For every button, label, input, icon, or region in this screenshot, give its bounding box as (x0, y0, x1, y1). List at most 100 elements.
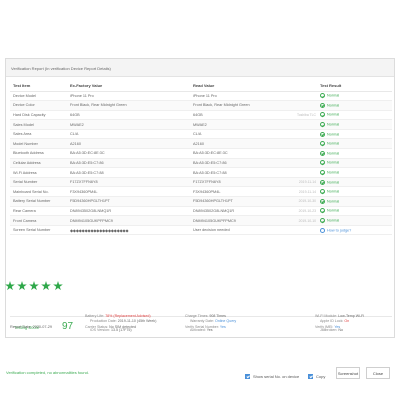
test-result-cell: Normal (320, 119, 392, 130)
read-value-cell: Front Black, Rear Midnight Green (193, 100, 320, 111)
test-item-cell: Sales Area (10, 129, 70, 140)
verify-imei: Verify IMEI: Yes (315, 325, 341, 329)
factory-value-cell: Front Black, Rear Midnight Green (70, 100, 193, 111)
read-value-text: A2160 (193, 141, 204, 146)
warranty-link[interactable]: Online Query (215, 319, 236, 323)
test-result-cell: Normal (320, 158, 392, 169)
warranty-date: Warranty Date: Online Query (190, 319, 237, 323)
test-item-cell: Front Camera (10, 215, 70, 226)
check-circle-icon (320, 160, 325, 166)
test-result-text: Normal (327, 208, 340, 213)
factory-value-cell: ◆◆◆◆◆◆◆◆◆◆◆◆◆◆◆◆◆◆◆◆ (70, 225, 193, 236)
test-result-cell: Normal (320, 110, 392, 121)
test-result-cell: Normal (320, 206, 392, 217)
check-circle-icon (320, 122, 325, 128)
test-result-cell: Normal (320, 138, 392, 150)
table-header-row: Test Item Ex-Factory Value Read Value Te… (10, 81, 392, 92)
check-circle-icon (320, 112, 325, 118)
show-serial-checkbox[interactable]: Show serial No. on device (245, 370, 299, 382)
table-row: Rear Camera DN8943502G8LNMQ1R DN8943502G8L… (10, 206, 392, 217)
factory-value-cell: F3X94360PM4L (70, 186, 193, 198)
check-circle-icon (320, 208, 325, 214)
star-icon (41, 281, 51, 291)
read-value-date: 2019-11-14 (298, 180, 316, 185)
test-result-text: Normal (327, 218, 340, 223)
charge-times: Charge Times: 908 Times (185, 314, 226, 318)
test-result-text: Normal (327, 132, 340, 137)
test-result-text: Normal (327, 122, 340, 127)
test-result-text: Normal (327, 93, 340, 98)
verification-status-text: Verification completed, no abnormalities… (6, 370, 89, 375)
read-value-cell: MWAE2 (193, 119, 320, 130)
test-item-cell: Serial Number (10, 177, 70, 188)
read-value-text: BA:A5:3D:E5:C7:88 (193, 170, 227, 175)
test-result-text: Normal (327, 180, 340, 185)
header-factory-value: Ex-Factory Value (70, 81, 193, 92)
read-value-cell: BA:A5:3D:EC:8E:3C (193, 148, 320, 159)
table-row: Model Number A2160 A2160 Normal (10, 138, 392, 150)
test-item-cell: Model Number (10, 138, 70, 150)
test-item-cell: Device Color (10, 100, 70, 111)
test-result-cell: Normal (320, 215, 392, 226)
star-icon (53, 281, 63, 291)
carrier-status: Carrier Status: No SIM detected (85, 325, 136, 329)
test-result-cell: Normal (320, 167, 392, 178)
copy-checkbox[interactable]: Copy (308, 370, 325, 382)
header-test-result: Test Result (320, 81, 392, 92)
test-result-cell: Normal (320, 100, 392, 111)
read-value-text: BA:A5:3D:EC:8E:3C (193, 151, 228, 156)
test-item-cell: Wi-Fi Address (10, 167, 70, 178)
read-value-cell: BA:A5:3D:E5:C7:86 (193, 158, 320, 169)
read-value-text: CL/A (193, 132, 202, 137)
read-value-date: 2019-11-14 (298, 189, 316, 194)
wifi-module: Wi-Fi Module: Low-Temp Wi-Fi (315, 314, 365, 318)
check-circle-icon (320, 141, 325, 147)
check-circle-icon (320, 150, 325, 156)
close-button[interactable]: Close (366, 367, 390, 379)
factory-value-cell: F5D94360HPGLTH1PT (70, 196, 193, 207)
read-value-date: Toshiba TLC (297, 112, 316, 117)
check-circle-icon (320, 189, 325, 195)
test-result-text: Normal (327, 199, 340, 204)
table-row: Device Model iPhone 11 Pro iPhone 11 Pro No… (10, 91, 392, 102)
factory-value-cell: BA:A5:3D:EC:8E:3C (70, 148, 193, 159)
read-value-cell: F3X94360PM4L 2019-11-14 (193, 186, 320, 198)
test-result-cell: Normal (320, 148, 392, 159)
test-result-text: Normal (327, 103, 340, 108)
production-date: Production Date: 2019-11-10 (45th Week) (90, 319, 157, 323)
test-item-cell: Device Model (10, 91, 70, 102)
read-value-text: 64GB (193, 112, 203, 117)
test-result-text: Normal (327, 141, 340, 146)
factory-value-cell: iPhone 11 Pro (70, 91, 193, 102)
test-item-cell: Mainboard Serial No. (10, 186, 70, 198)
test-result-cell[interactable]: How to judge? (320, 225, 392, 236)
read-value-cell: User decision needed (193, 225, 320, 236)
factory-value-cell: CL/A (70, 129, 193, 140)
table-row: Front Camera DNM94105GUKPFPMC9 DNM94105GUK… (10, 215, 392, 226)
read-value-text: User decision needed (193, 228, 230, 233)
read-value-cell: DN8943502G8LNMQ1R 2019-10-23 (193, 206, 320, 217)
score-value: 97 (62, 321, 74, 332)
check-circle-icon (320, 102, 325, 108)
table-row: Hard Disk Capacity 64GB 64GB Toshiba TLC Nor… (10, 110, 392, 121)
star-icon (29, 281, 39, 291)
table-row: Mainboard Serial No. F3X94360PM4L F3X94360… (10, 186, 392, 198)
check-circle-icon (320, 131, 325, 137)
test-item-cell: Bluetooth Address (10, 148, 70, 159)
star-icon (17, 281, 27, 291)
read-value-text: F3X94360PM4L (193, 189, 221, 194)
test-item-cell: Cellular Address (10, 158, 70, 169)
test-result-text: Normal (327, 189, 340, 194)
read-value-date: 2019-10-10 (298, 218, 316, 223)
check-circle-icon (320, 93, 325, 99)
table-row: Serial Number F17ZX7FFN6Y8 F17ZX7FFN6Y8 201… (10, 177, 392, 188)
report-date: Report Date: 2020-07-29 (10, 325, 53, 329)
check-circle-icon (320, 198, 325, 204)
screenshot-button[interactable]: Screenshot (336, 367, 360, 379)
factory-value-cell: BA:A5:3D:E5:C7:88 (70, 167, 193, 178)
read-value-cell: 64GB Toshiba TLC (193, 110, 320, 121)
test-item-cell: Hard Disk Capacity (10, 110, 70, 121)
test-result-text: How to judge? (327, 228, 352, 233)
factory-value-cell: MWAE2 (70, 119, 193, 130)
read-value-text: F17ZX7FFN6Y8 (193, 180, 221, 185)
